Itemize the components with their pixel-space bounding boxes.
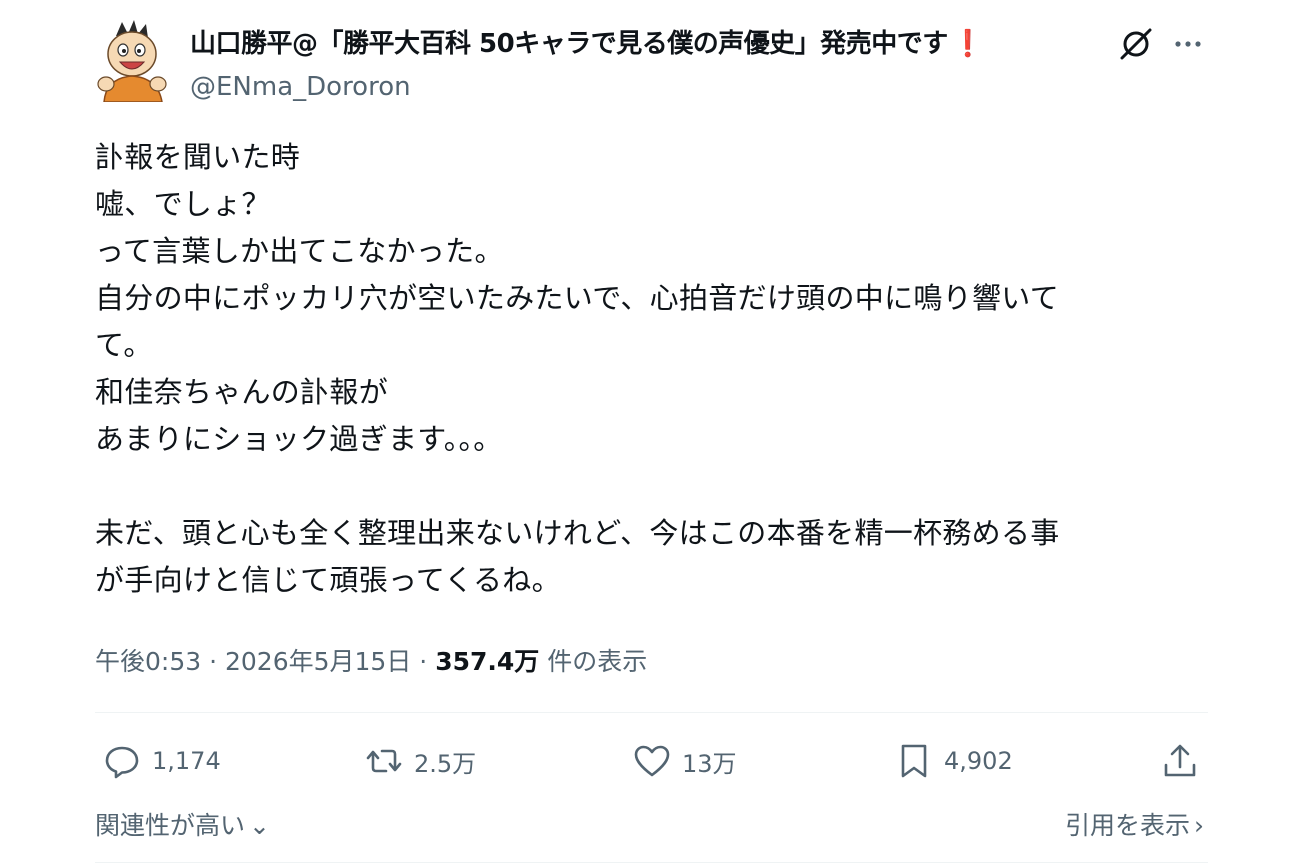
- author-handle[interactable]: @ENma_Dororon: [190, 70, 411, 104]
- author-name-text: 山口勝平@「勝平大百科 50キャラで見る僕の声優史」発売中です: [190, 29, 948, 59]
- like-button[interactable]: 13万: [632, 738, 737, 784]
- view-quotes-label: 引用を表示: [1064, 811, 1190, 840]
- tweet-text: 訃報を聞いた時 嘘、でしょ？ って言葉しか出てこなかった。 自分の中にポッカリ穴…: [95, 134, 1210, 604]
- share-button[interactable]: [1160, 738, 1200, 784]
- tweet-line: て。: [95, 328, 153, 362]
- share-icon: [1164, 744, 1196, 777]
- chevron-right-icon: ›: [1194, 811, 1204, 840]
- view-quotes-link[interactable]: 引用を表示 ›: [1065, 806, 1204, 846]
- heart-icon: [634, 745, 670, 777]
- sort-label: 関連性が高い: [95, 811, 246, 840]
- views-count: 357.4万: [435, 647, 540, 676]
- meta-separator: ·: [419, 647, 428, 676]
- chevron-down-icon: ⌄: [249, 811, 270, 840]
- avatar[interactable]: [96, 20, 170, 103]
- tweet-line-blank: [95, 463, 1210, 510]
- author-display-name[interactable]: 山口勝平@「勝平大百科 50キャラで見る僕の声優史」発売中です ❗: [190, 26, 984, 62]
- post-time[interactable]: 午後0:53: [95, 647, 201, 676]
- tweet-line: 自分の中にポッカリ穴が空いたみたいで、心拍音だけ頭の中に鳴り響いて: [95, 281, 1060, 315]
- retweet-button[interactable]: 2.5万: [364, 738, 476, 784]
- retweet-count: 2.5万: [414, 749, 477, 778]
- divider: [95, 712, 1208, 713]
- grok-icon[interactable]: [1118, 26, 1154, 62]
- tweet-meta: 午後0:53 · 2026年5月15日 · 357.4万 件の表示: [95, 642, 647, 682]
- sort-relevance-dropdown[interactable]: 関連性が高い ⌄: [95, 806, 270, 846]
- bookmark-button[interactable]: 4,902: [894, 738, 1013, 784]
- views-label: 件の表示: [547, 647, 648, 676]
- tweet-line: 未だ、頭と心も全く整理出来ないけれど、今はこの本番を精一杯務める事: [95, 516, 1060, 550]
- tweet-line: が手向けと信じて頑張ってくるね。: [95, 563, 561, 597]
- tweet: 山口勝平@「勝平大百科 50キャラで見る僕の声優史」発売中です ❗ @ENma_D…: [0, 0, 1300, 867]
- tweet-line: 訃報を聞いた時: [95, 140, 301, 174]
- exclamation-emoji: ❗: [951, 29, 984, 59]
- retweet-icon: [366, 749, 402, 773]
- post-date[interactable]: 2026年5月15日: [225, 647, 411, 676]
- reply-count: 1,174: [152, 747, 221, 775]
- tweet-line: あまりにショック過ぎます。。。: [95, 422, 503, 456]
- meta-separator: ·: [209, 647, 218, 676]
- reply-button[interactable]: 1,174: [102, 738, 221, 784]
- reply-icon: [105, 746, 139, 779]
- divider: [95, 862, 1208, 863]
- tweet-line: 嘘、でしょ？: [95, 187, 271, 221]
- tweet-line: って言葉しか出てこなかった。: [95, 234, 504, 268]
- tweet-line: 和佳奈ちゃんの訃報が: [95, 375, 389, 409]
- more-icon[interactable]: [1170, 26, 1206, 62]
- like-count: 13万: [682, 749, 737, 778]
- cartoon-avatar-icon: [97, 20, 167, 103]
- bookmark-count: 4,902: [944, 747, 1013, 775]
- bookmark-icon: [901, 744, 927, 778]
